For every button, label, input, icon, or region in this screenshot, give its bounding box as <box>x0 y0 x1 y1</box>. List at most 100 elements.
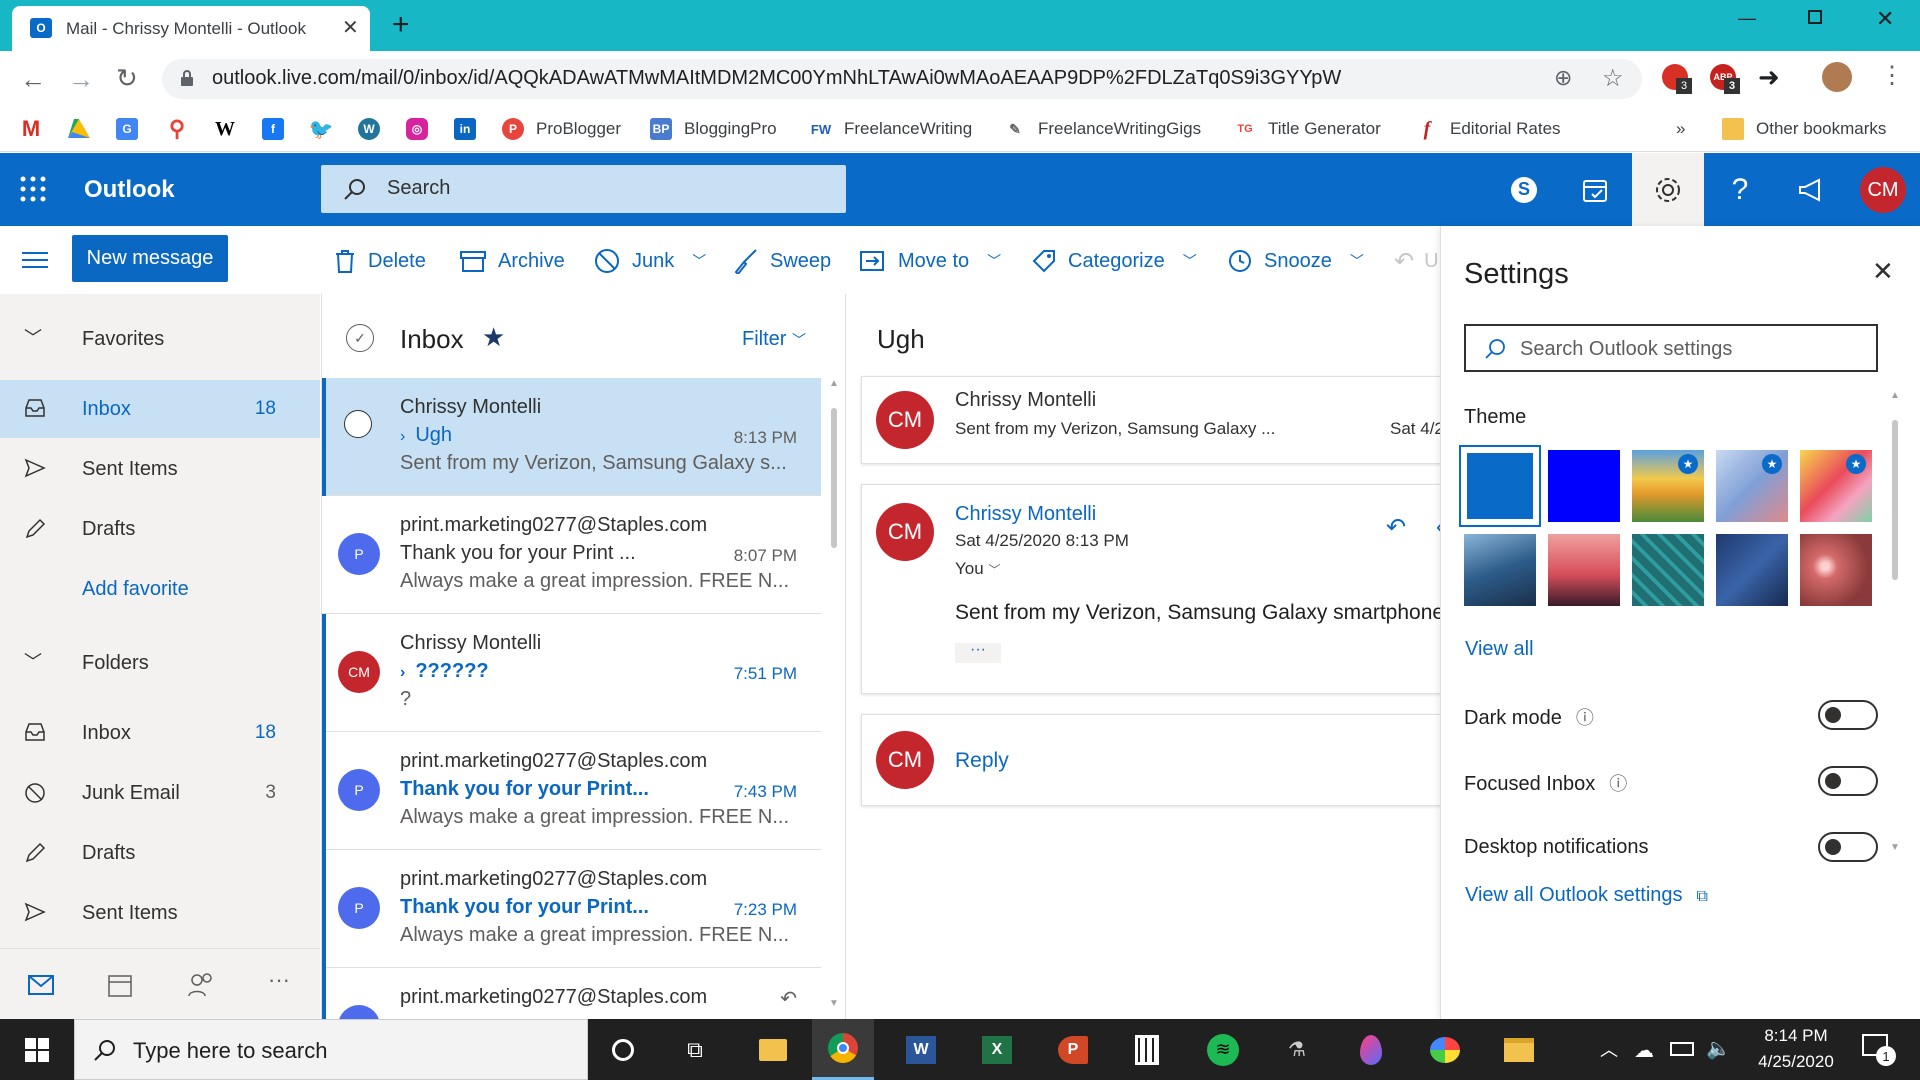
theme-flag[interactable]: ★ <box>1716 450 1788 522</box>
user-avatar[interactable]: CM <box>1860 167 1906 213</box>
minimize-button[interactable]: — <box>1738 8 1756 29</box>
problogger-bookmark[interactable]: P ProBlogger <box>502 114 621 144</box>
linkedin-bookmark[interactable]: in <box>454 114 488 144</box>
theme-palms[interactable] <box>1548 534 1620 606</box>
settings-scroll-up-icon[interactable]: ▲ <box>1890 390 1900 401</box>
show-trimmed-button[interactable]: ··· <box>955 642 1001 663</box>
taskbar-search[interactable]: Type here to search <box>74 1019 588 1080</box>
settings-gear-icon[interactable] <box>1632 153 1704 226</box>
freelancewritinggigs-bookmark[interactable]: ✎ FreelanceWritingGigs <box>1004 114 1201 144</box>
install-icon[interactable]: ⊕ <box>1554 65 1572 91</box>
drive-bookmark[interactable] <box>68 114 102 144</box>
view-all-settings-link[interactable]: View all Outlook settings ⧉ <box>1465 884 1708 907</box>
editorialrates-bookmark[interactable]: f Editorial Rates <box>1416 114 1561 144</box>
windows-start-icon[interactable] <box>6 1019 68 1080</box>
folders-header[interactable]: ﹀ Folders <box>0 634 320 692</box>
list-scrollbar[interactable]: ▲ ▼ <box>825 378 843 1019</box>
junk-button[interactable]: Junk ﹀ <box>594 246 706 276</box>
instagram-bookmark[interactable]: ◎ <box>406 114 440 144</box>
paint-palette-icon[interactable] <box>1414 1019 1476 1080</box>
add-favorite-link[interactable]: Add favorite <box>0 560 320 618</box>
chrome-taskbar-icon[interactable] <box>812 1019 874 1080</box>
focused-inbox-toggle[interactable] <box>1818 766 1878 796</box>
archive-button[interactable]: Archive <box>460 246 565 276</box>
gmail-bookmark[interactable]: M <box>20 114 54 144</box>
close-settings-icon[interactable]: ✕ <box>1872 256 1894 287</box>
list-item[interactable]: Chrissy Montelli › Ugh 8:13 PM Sent from … <box>322 378 821 496</box>
reload-icon[interactable]: ↻ <box>116 63 138 94</box>
list-item[interactable]: CM Chrissy Montelli ›?????? 7:51 PM ? <box>322 614 821 732</box>
reply-link[interactable]: Reply <box>955 749 1009 773</box>
translate-bookmark[interactable]: G <box>116 114 150 144</box>
feedback-megaphone-icon[interactable] <box>1776 153 1848 226</box>
spotify-icon[interactable]: ≋ <box>1192 1019 1254 1080</box>
list-item[interactable]: P print.marketing0277@Staples.com Thank … <box>322 496 821 614</box>
bloggingpro-bookmark[interactable]: BP BloggingPro <box>650 114 777 144</box>
reply-icon[interactable]: ↶ <box>1386 513 1406 542</box>
wikipedia-bookmark[interactable]: W <box>214 114 248 144</box>
theme-circuit[interactable] <box>1632 534 1704 606</box>
powerpoint-icon[interactable]: P <box>1042 1019 1104 1080</box>
move-to-button[interactable]: Move to ﹀ <box>860 246 1001 276</box>
info-icon[interactable]: ⓘ <box>1609 774 1627 794</box>
snooze-button[interactable]: Snooze ﹀ <box>1228 246 1364 276</box>
clock-time[interactable]: 8:14 PM <box>1746 1026 1846 1046</box>
settings-search-input[interactable]: Search Outlook settings <box>1464 324 1878 372</box>
help-icon[interactable]: ? <box>1704 153 1776 226</box>
outlook-search-box[interactable]: Search <box>321 165 846 213</box>
theme-bokeh[interactable] <box>1800 534 1872 606</box>
omnibox[interactable]: outlook.live.com/mail/0/inbox/id/AQQkADA… <box>162 59 1642 99</box>
sweep-button[interactable]: Sweep <box>732 246 831 276</box>
excel-icon[interactable]: X <box>966 1019 1028 1080</box>
wordpress-bookmark[interactable]: W <box>358 114 392 144</box>
fav-inbox[interactable]: Inbox 18 <box>0 380 320 438</box>
collapsed-message[interactable]: CM Chrissy Montelli Sent from my Verizon… <box>861 376 1440 464</box>
app-launcher-icon[interactable] <box>20 176 46 202</box>
twitter-bookmark[interactable]: 🐦 <box>309 114 344 144</box>
facebook-bookmark[interactable]: f <box>262 114 296 144</box>
settings-scroll-thumb[interactable] <box>1892 420 1898 580</box>
calculator-icon[interactable] <box>1116 1019 1178 1080</box>
folder-junk-email[interactable]: Junk Email 3 <box>0 764 320 822</box>
restore-button[interactable] <box>1808 10 1822 24</box>
delete-button[interactable]: Delete <box>334 246 426 276</box>
clock-date[interactable]: 4/25/2020 <box>1746 1052 1846 1072</box>
hamburger-icon[interactable] <box>22 250 48 270</box>
outlook-app-name[interactable]: Outlook <box>84 176 175 204</box>
list-item[interactable]: P print.marketing0277@Staples.com Thank … <box>322 850 821 968</box>
paint-3d-icon[interactable] <box>1340 1019 1402 1080</box>
select-radio[interactable] <box>344 410 372 438</box>
my-day-icon[interactable] <box>1560 153 1632 226</box>
theme-mountain[interactable] <box>1464 534 1536 606</box>
filter-button[interactable]: Filter ﹀ <box>742 328 806 351</box>
favorites-header[interactable]: ﹀ Favorites <box>0 310 320 368</box>
file-explorer-icon[interactable] <box>742 1019 804 1080</box>
browser-tab[interactable]: O Mail - Chrissy Montelli - Outlook ✕ <box>12 6 370 51</box>
reply-box[interactable]: CM Reply <box>861 714 1440 806</box>
new-message-button[interactable]: New message <box>72 235 228 282</box>
fav-drafts[interactable]: Drafts <box>0 500 320 558</box>
action-center-icon[interactable]: 1 <box>1862 1034 1896 1066</box>
tab-close-icon[interactable]: ✕ <box>342 15 359 40</box>
folder-inbox[interactable]: Inbox 18 <box>0 704 320 762</box>
titlegenerator-bookmark[interactable]: TG Title Generator <box>1234 114 1380 144</box>
mail-icon[interactable] <box>28 975 54 995</box>
window-close-button[interactable]: ✕ <box>1876 6 1894 32</box>
folder-drafts[interactable]: Drafts <box>0 824 320 882</box>
theme-blue[interactable] <box>1459 445 1541 527</box>
tray-chevron-up-icon[interactable]: ︿ <box>1600 1036 1618 1062</box>
cortana-icon[interactable] <box>592 1019 654 1080</box>
forward-icon[interactable]: → <box>68 64 94 95</box>
categorize-button[interactable]: Categorize ﹀ <box>1032 246 1197 276</box>
vpn-icon[interactable]: ⚗ <box>1266 1019 1328 1080</box>
favorite-star-icon[interactable]: ★ <box>482 322 505 353</box>
new-tab-button[interactable]: + <box>392 8 410 42</box>
dark-mode-toggle[interactable] <box>1818 700 1878 730</box>
folder-sent-items[interactable]: Sent Items <box>0 884 320 942</box>
adblock-icon[interactable]: ABP 3 <box>1710 64 1740 94</box>
other-bookmarks[interactable]: Other bookmarks <box>1722 114 1886 144</box>
list-item[interactable]: P print.marketing0277@Staples.com Thank … <box>322 732 821 850</box>
bookmarks-overflow[interactable]: » <box>1676 114 1685 144</box>
bookmark-star-icon[interactable]: ☆ <box>1602 64 1624 93</box>
recipients-toggle[interactable]: You ﹀ <box>955 559 1000 579</box>
